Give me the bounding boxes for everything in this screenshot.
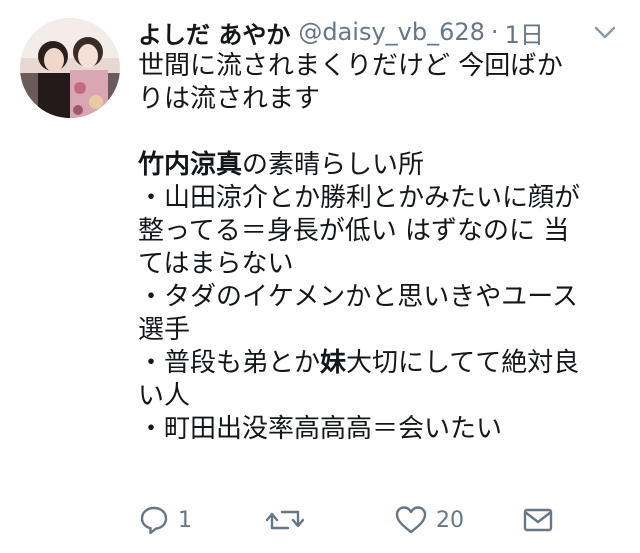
user-handle[interactable]: @daisy_vb_628	[298, 18, 485, 46]
like-icon	[394, 504, 428, 536]
tweet-line: ・普段も弟とか妹大切にしてて絶対良	[138, 347, 628, 380]
tweet-text: 世間に流されまくりだけど 今回ばか りは流されます 竹内涼真の素晴らしい所 ・山…	[138, 50, 628, 446]
tweet-line: 選手	[138, 315, 191, 345]
tweet-line: い人	[138, 381, 191, 411]
tweet-line: てはまらない	[138, 249, 294, 279]
tweet-text-segment: ・普段も弟とか	[138, 348, 321, 378]
tweet-line: ・町田出没率高高高＝会いたい	[138, 414, 503, 444]
tweet-line: 世間に流されまくりだけど 今回ばか	[138, 51, 563, 81]
like-button[interactable]: 20	[394, 500, 464, 540]
chevron-down-icon[interactable]	[592, 22, 618, 42]
timestamp[interactable]: 1日	[505, 15, 544, 50]
tweet-line: ・山田涼介とか勝利とかみたいに顔が	[138, 183, 581, 213]
avatar-photo	[20, 18, 120, 118]
like-count: 20	[436, 507, 464, 533]
message-icon	[522, 505, 554, 535]
tweet-text-segment: の素晴らしい所	[242, 150, 425, 180]
tweet-line: ・タダのイケメンかと思いきやユース	[138, 282, 578, 312]
bold-text: 妹	[320, 348, 347, 378]
tweet-actions: 1 20	[138, 500, 558, 540]
separator-dot: ·	[490, 18, 499, 46]
tweet-line: りは流されます	[138, 84, 321, 114]
tweet-text-segment: 大切にしてて絶対良	[346, 348, 580, 378]
message-button[interactable]	[522, 500, 554, 540]
reply-icon	[138, 504, 170, 536]
reply-count: 1	[178, 507, 192, 533]
tweet-line: 整ってる＝身長が低い はずなのに 当	[138, 216, 570, 246]
tweet-line: 竹内涼真の素晴らしい所	[138, 149, 628, 182]
retweet-button[interactable]	[266, 500, 312, 540]
bold-text: 竹内涼真	[138, 150, 243, 180]
tweet-header: よしだ あやか @daisy_vb_628 · 1日	[138, 12, 618, 52]
retweet-icon	[266, 504, 304, 536]
display-name[interactable]: よしだ あやか	[138, 15, 290, 50]
reply-button[interactable]: 1	[138, 500, 192, 540]
avatar[interactable]	[20, 18, 120, 118]
